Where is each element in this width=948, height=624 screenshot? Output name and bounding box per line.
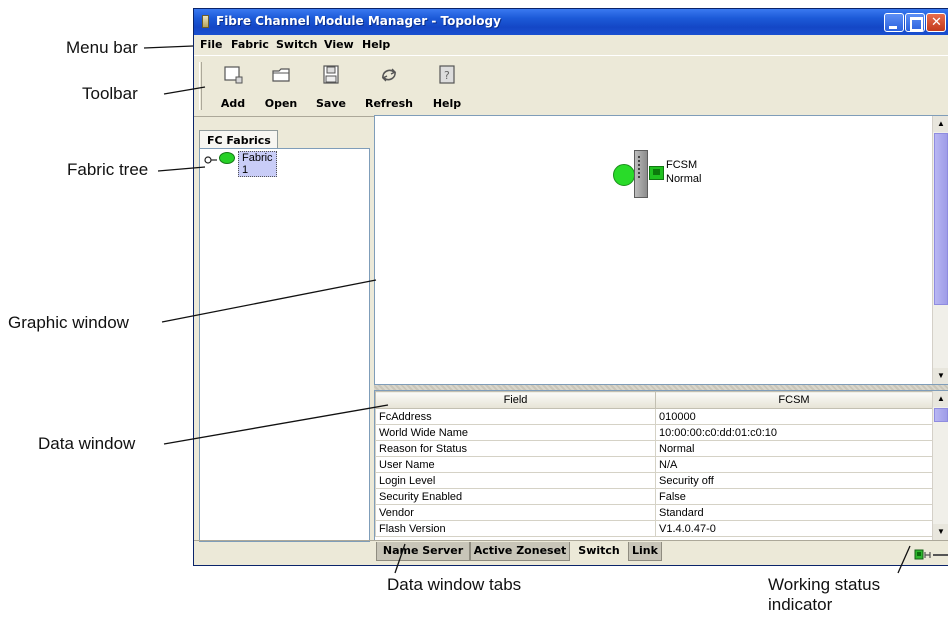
field-cell: Flash Version [375, 520, 656, 537]
field-cell: Vendor [375, 504, 656, 521]
app-icon [202, 15, 209, 28]
value-cell: Standard [655, 504, 933, 521]
save-disk-icon [323, 65, 339, 84]
switch-name: FCSM [666, 159, 698, 171]
table-row[interactable]: Security Enabled False [375, 488, 933, 505]
switch-chassis-icon [634, 150, 648, 198]
help-button[interactable]: ? Help [422, 56, 472, 116]
scroll-thumb[interactable] [934, 133, 948, 305]
callout-fabric-tree: Fabric tree [67, 160, 149, 179]
menu-switch[interactable]: Switch [276, 38, 317, 51]
open-button[interactable]: Open [256, 56, 306, 116]
data-table: Field FCSM FcAddress 010000 World Wide Na… [375, 391, 933, 537]
table-row[interactable]: User Name N/A [375, 456, 933, 473]
field-cell: FcAddress [375, 408, 656, 425]
callout-graphic-window: Graphic window [8, 313, 129, 332]
refresh-label: Refresh [365, 97, 413, 110]
switch-port-icon [649, 166, 664, 180]
switch-status-icon [613, 164, 635, 186]
callout-menu-bar: Menu bar [66, 38, 138, 57]
tree-node-label: Fabric 1 [238, 151, 277, 177]
scroll-down-icon[interactable]: ▼ [933, 368, 948, 384]
window-title: Fibre Channel Module Manager - Topology [216, 14, 501, 28]
save-label: Save [316, 97, 346, 110]
table-row[interactable]: Flash Version V1.4.0.47-0 [375, 520, 933, 537]
open-label: Open [264, 97, 298, 110]
field-cell: User Name [375, 456, 656, 473]
title-bar[interactable]: Fibre Channel Module Manager - Topology [194, 9, 948, 35]
scroll-thumb[interactable] [934, 408, 948, 422]
scroll-up-icon[interactable]: ▲ [933, 391, 948, 407]
refresh-icon [381, 68, 397, 82]
table-row[interactable]: Login Level Security off [375, 472, 933, 489]
toolbar: Add Open Save Refresh ? Help [194, 55, 948, 117]
switch-node[interactable]: FCSM Normal [613, 150, 723, 210]
column-header-fcsm[interactable]: FCSM [655, 391, 933, 409]
working-status-indicator-icon [914, 549, 948, 560]
value-cell: V1.4.0.47-0 [655, 520, 933, 537]
menu-fabric[interactable]: Fabric [231, 38, 269, 51]
open-folder-icon [272, 68, 290, 82]
scroll-down-icon[interactable]: ▼ [933, 524, 948, 540]
column-header-field[interactable]: Field [375, 391, 656, 409]
add-label: Add [220, 97, 246, 110]
value-cell: False [655, 488, 933, 505]
callout-working-status-line2: indicator [768, 595, 833, 614]
table-row[interactable]: Vendor Standard [375, 504, 933, 521]
field-cell: Reason for Status [375, 440, 656, 457]
refresh-button[interactable]: Refresh [364, 56, 414, 116]
value-cell: N/A [655, 456, 933, 473]
help-label: Help [432, 97, 462, 110]
add-button[interactable]: Add [208, 56, 258, 116]
graphic-scrollbar[interactable]: ▲ ▼ [932, 116, 948, 384]
menu-help[interactable]: Help [362, 38, 390, 51]
menu-file[interactable]: File [200, 38, 223, 51]
callout-toolbar: Toolbar [82, 84, 138, 103]
switch-status: Normal [666, 173, 702, 185]
help-icon: ? [439, 65, 455, 84]
minimize-button[interactable] [884, 13, 904, 32]
table-row[interactable]: Reason for Status Normal [375, 440, 933, 457]
callout-working-status-line1: Working status [768, 575, 881, 594]
callout-data-window: Data window [38, 434, 136, 453]
graphic-window[interactable]: FCSM Normal ▲ ▼ [374, 115, 948, 385]
value-cell: Normal [655, 440, 933, 457]
toolbar-grip[interactable] [199, 62, 202, 110]
fabric-status-icon [219, 152, 235, 164]
field-cell: World Wide Name [375, 424, 656, 441]
maximize-button[interactable] [905, 13, 925, 32]
scroll-up-icon[interactable]: ▲ [933, 116, 948, 132]
data-scrollbar[interactable]: ▲ ▼ [932, 391, 948, 540]
close-button[interactable] [926, 13, 946, 32]
data-window: Field FCSM FcAddress 010000 World Wide Na… [374, 390, 948, 541]
table-row[interactable]: FcAddress 010000 [375, 408, 933, 425]
table-row[interactable]: World Wide Name 10:00:00:c0:dd:01:c0:10 [375, 424, 933, 441]
field-cell: Security Enabled [375, 488, 656, 505]
menu-view[interactable]: View [324, 38, 354, 51]
tab-fc-fabrics[interactable]: FC Fabrics [199, 130, 278, 149]
app-window: Fibre Channel Module Manager - Topology … [193, 8, 948, 566]
status-bar [194, 540, 948, 565]
menu-bar: File Fabric Switch View Help [194, 35, 948, 55]
callout-working-status: Working status indicator [768, 575, 880, 615]
field-cell: Login Level [375, 472, 656, 489]
fabric-tree: Fabric 1 [199, 148, 370, 542]
value-cell: 010000 [655, 408, 933, 425]
save-button[interactable]: Save [306, 56, 356, 116]
callout-data-window-tabs: Data window tabs [387, 575, 522, 594]
add-icon [224, 66, 243, 84]
value-cell: Security off [655, 472, 933, 489]
svg-text:?: ? [444, 69, 450, 82]
expander-key-icon[interactable] [204, 155, 218, 165]
value-cell: 10:00:00:c0:dd:01:c0:10 [655, 424, 933, 441]
